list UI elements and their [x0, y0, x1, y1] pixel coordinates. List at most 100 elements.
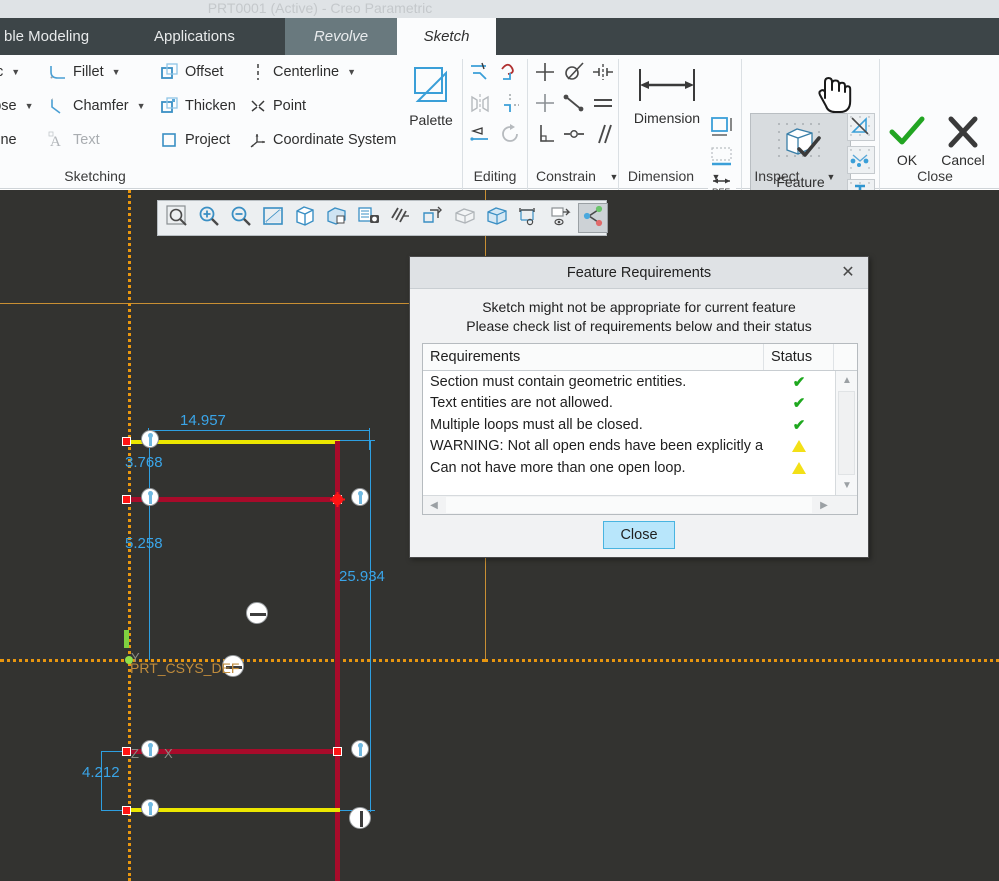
ellipse-command[interactable]: ipse ▼	[0, 92, 34, 120]
dimension-line-5258[interactable]	[149, 502, 150, 660]
vertical-scroll-track[interactable]	[838, 391, 855, 475]
group-label-dimension[interactable]: Dimension	[619, 164, 703, 188]
tangent-constraint-button[interactable]	[562, 61, 586, 88]
overlapping-geometry-button[interactable]	[847, 113, 875, 141]
named-views-button[interactable]	[354, 203, 384, 233]
ok-button[interactable]: OK	[884, 115, 930, 168]
palette-button[interactable]: Palette	[398, 63, 464, 128]
zoom-in-button[interactable]	[194, 203, 224, 233]
equal-constraint-button[interactable]	[591, 92, 615, 119]
rotate-resize-button[interactable]	[498, 122, 522, 151]
weak-dimension-marker[interactable]	[141, 430, 159, 448]
delete-segment-button[interactable]	[468, 122, 492, 151]
vertical-scrollbar[interactable]: ▲ ▼	[835, 371, 857, 495]
construction-line-top[interactable]	[128, 440, 340, 444]
sketch-view-button[interactable]	[546, 203, 576, 233]
cancel-button[interactable]: Cancel	[932, 115, 994, 168]
vertical-constraint-badge[interactable]	[349, 807, 371, 829]
sketcher-display-filters-button[interactable]	[578, 203, 608, 233]
dimension-value-14957[interactable]: 14.957	[180, 412, 226, 429]
dimension-value-5258[interactable]: 5.258	[125, 535, 163, 552]
view-manager-button[interactable]	[322, 203, 352, 233]
sketch-display-button[interactable]	[514, 203, 544, 233]
view-toolbar[interactable]	[157, 200, 607, 236]
horizontal-constraint-badge[interactable]	[246, 602, 268, 624]
trim-button[interactable]	[468, 60, 492, 89]
offset-command[interactable]: Offset	[160, 58, 223, 86]
table-row[interactable]: Can not have more than one open loop.	[423, 457, 857, 479]
chevron-down-icon[interactable]: ▼	[709, 164, 723, 188]
table-row[interactable]: Multiple loops must all be closed. ✔	[423, 414, 857, 436]
tab-revolve[interactable]: Revolve	[285, 18, 397, 55]
dimension-line-14957[interactable]	[148, 430, 370, 431]
dimension-value-3768[interactable]: 3.768	[125, 454, 163, 471]
dimension-button[interactable]: Dimension	[622, 63, 712, 126]
weak-dimension-marker[interactable]	[141, 799, 159, 817]
scroll-left-arrow-icon[interactable]: ◀	[423, 496, 445, 514]
weak-dimension-marker[interactable]	[141, 740, 159, 758]
datum-display-button[interactable]	[386, 203, 416, 233]
horizontal-constraint-button[interactable]	[533, 92, 557, 119]
dimension-line-4212[interactable]	[101, 752, 102, 810]
tab-flexible-modeling[interactable]: ble Modeling	[0, 18, 103, 55]
spline-command[interactable]: line	[0, 126, 17, 154]
scroll-down-arrow-icon[interactable]: ▼	[836, 476, 858, 495]
centerline-command[interactable]: Centerline ▼	[248, 58, 356, 86]
scroll-right-arrow-icon[interactable]: ▶	[813, 496, 835, 514]
group-label-constrain[interactable]: Constrain	[528, 164, 604, 188]
fillet-command[interactable]: Fillet ▼	[48, 58, 121, 86]
mirror-button[interactable]	[468, 91, 492, 120]
coordinate-system-command[interactable]: Coordinate System	[248, 126, 396, 154]
thicken-command[interactable]: Thicken	[160, 92, 236, 120]
symmetric-constraint-button[interactable]	[591, 61, 615, 88]
refit-button[interactable]	[162, 203, 192, 233]
geometry-line-lower-horizontal[interactable]	[128, 749, 342, 754]
point-command[interactable]: Point	[248, 92, 306, 120]
weak-dimension-marker[interactable]	[351, 740, 369, 758]
weak-dimension-marker[interactable]	[351, 488, 369, 506]
close-icon[interactable]: ✕	[836, 257, 860, 289]
text-command[interactable]: A Text	[48, 126, 100, 154]
corner-trim-button[interactable]	[498, 91, 522, 120]
scroll-up-arrow-icon[interactable]: ▲	[836, 371, 858, 390]
column-header-status[interactable]: Status	[764, 344, 834, 370]
parallel-constraint-button[interactable]	[591, 123, 615, 150]
zoom-out-button[interactable]	[226, 203, 256, 233]
chevron-down-icon[interactable]: ▼	[824, 164, 838, 188]
horizontal-scroll-track[interactable]	[446, 497, 812, 513]
perpendicular-constraint-button[interactable]	[533, 123, 557, 150]
coincident-constraint-button[interactable]	[562, 123, 586, 150]
perimeter-dimension-button[interactable]	[708, 113, 736, 141]
vertical-constraint-button[interactable]	[533, 61, 557, 88]
chamfer-command[interactable]: Chamfer ▼	[48, 92, 146, 120]
sketch-endpoint[interactable]	[122, 437, 131, 446]
table-row[interactable]: Text entities are not allowed. ✔	[423, 393, 857, 415]
column-header-requirements[interactable]: Requirements	[423, 344, 764, 370]
divide-button[interactable]	[498, 60, 522, 89]
sketch-endpoint[interactable]	[333, 747, 342, 756]
dimension-line-25934[interactable]	[370, 440, 371, 812]
dimension-value-25934[interactable]: 25.934	[339, 568, 385, 585]
geometry-line-upper-horizontal[interactable]	[128, 497, 342, 502]
sketch-endpoint[interactable]	[122, 747, 131, 756]
dimension-value-4212[interactable]: 4.212	[82, 764, 120, 781]
weak-dimension-marker[interactable]	[141, 488, 159, 506]
sketch-endpoint[interactable]	[122, 495, 131, 504]
horizontal-scrollbar[interactable]: ◀ ▶	[423, 495, 857, 514]
annotation-display-button[interactable]	[418, 203, 448, 233]
arc-command[interactable]: c ▼	[0, 58, 20, 86]
display-style-button[interactable]	[482, 203, 512, 233]
construction-line-bottom[interactable]	[128, 808, 340, 812]
midpoint-constraint-button[interactable]	[562, 92, 586, 119]
table-row[interactable]: Section must contain geometric entities.…	[423, 371, 857, 393]
project-command[interactable]: Project	[160, 126, 230, 154]
csys-origin-point[interactable]	[125, 656, 133, 664]
repaint-button[interactable]	[258, 203, 288, 233]
saved-orientations-button[interactable]	[290, 203, 320, 233]
spin-center-button[interactable]	[450, 203, 480, 233]
tab-sketch[interactable]: Sketch	[397, 18, 496, 55]
dialog-close-button[interactable]: Close	[603, 521, 674, 549]
table-row[interactable]: WARNING: Not all open ends have been exp…	[423, 436, 857, 458]
group-label-inspect[interactable]: Inspect	[742, 164, 812, 188]
sketch-endpoint[interactable]	[122, 806, 131, 815]
